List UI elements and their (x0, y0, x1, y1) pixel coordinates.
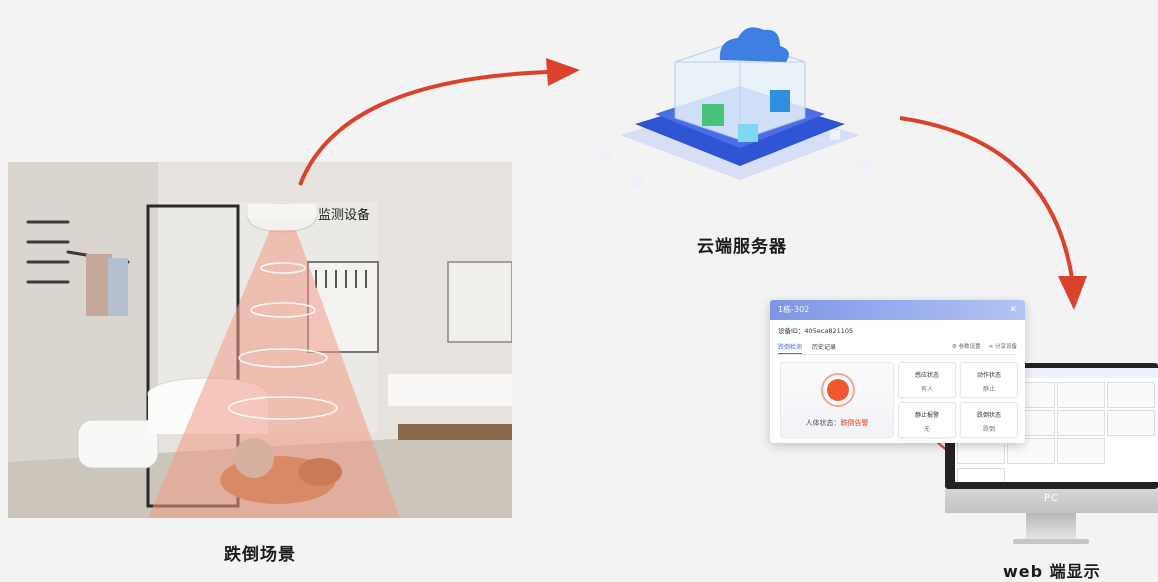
card-presence: 感应状态 有人 (898, 362, 956, 398)
card-title: 跌倒状态 (976, 412, 1001, 419)
monitor-foot (1013, 539, 1089, 544)
dialog-header: 1栋-302 ✕ (770, 300, 1025, 320)
web-caption: web 端显示 (1003, 562, 1101, 581)
monitor-brand: PC (1043, 493, 1059, 504)
card-static-alarm: 静止报警 无 (898, 402, 956, 438)
fall-alert-icon (821, 373, 855, 407)
server-chip-icon (598, 27, 874, 190)
arrowhead-icon (1058, 276, 1087, 310)
card-value: 有人 (920, 386, 933, 393)
card-motion: 动作状态 静止 (960, 362, 1018, 398)
device-id: 设备ID：405eca821105 (778, 327, 854, 335)
share-label: 分享设备 (994, 344, 1017, 350)
cloud-server-illustration (590, 0, 890, 220)
dialog-title: 1栋-302 (778, 305, 810, 314)
human-state-card: 人体状态：跌倒告警 (780, 362, 894, 438)
human-state-label: 人体状态： (805, 419, 841, 427)
tab-history[interactable]: 历史记录 (812, 342, 836, 354)
settings-label: 参数设置 (958, 344, 981, 350)
card-value: 跌倒 (982, 426, 995, 433)
dialog-tabs: 跌倒检测 历史记录 (778, 342, 836, 354)
arrow-to-server (298, 70, 549, 186)
card-title: 静止报警 (914, 412, 939, 419)
share-link[interactable]: ⋖ 分享设备 (989, 342, 1017, 350)
card-fall-state: 跌倒状态 跌倒 (960, 402, 1018, 438)
monitor-bezel: PC (945, 489, 1158, 513)
human-state: 人体状态：跌倒告警 (781, 418, 893, 428)
gear-icon: ⚙ (951, 344, 957, 350)
arrowhead-icon (546, 58, 580, 86)
dialog-actions: ⚙ 参数设置 ⋖ 分享设备 (952, 342, 1017, 350)
settings-link[interactable]: ⚙ 参数设置 (952, 342, 981, 350)
monitor-stand (1026, 513, 1076, 539)
share-icon: ⋖ (988, 344, 994, 350)
arrow-to-web (899, 116, 1074, 279)
tab-fall-detection[interactable]: 跌倒检测 (778, 342, 803, 354)
card-title: 动作状态 (976, 372, 1001, 379)
server-caption: 云端服务器 (697, 237, 787, 257)
card-title: 感应状态 (914, 372, 939, 379)
human-state-value: 跌倒告警 (840, 419, 869, 427)
card-value: 无 (923, 426, 930, 433)
device-detail-dialog: 1栋-302 ✕ 设备ID：405eca821105 跌倒检测 历史记录 ⚙ 参… (770, 300, 1025, 443)
card-value: 静止 (982, 386, 995, 393)
close-icon[interactable]: ✕ (1009, 300, 1017, 320)
divider (778, 354, 1017, 355)
